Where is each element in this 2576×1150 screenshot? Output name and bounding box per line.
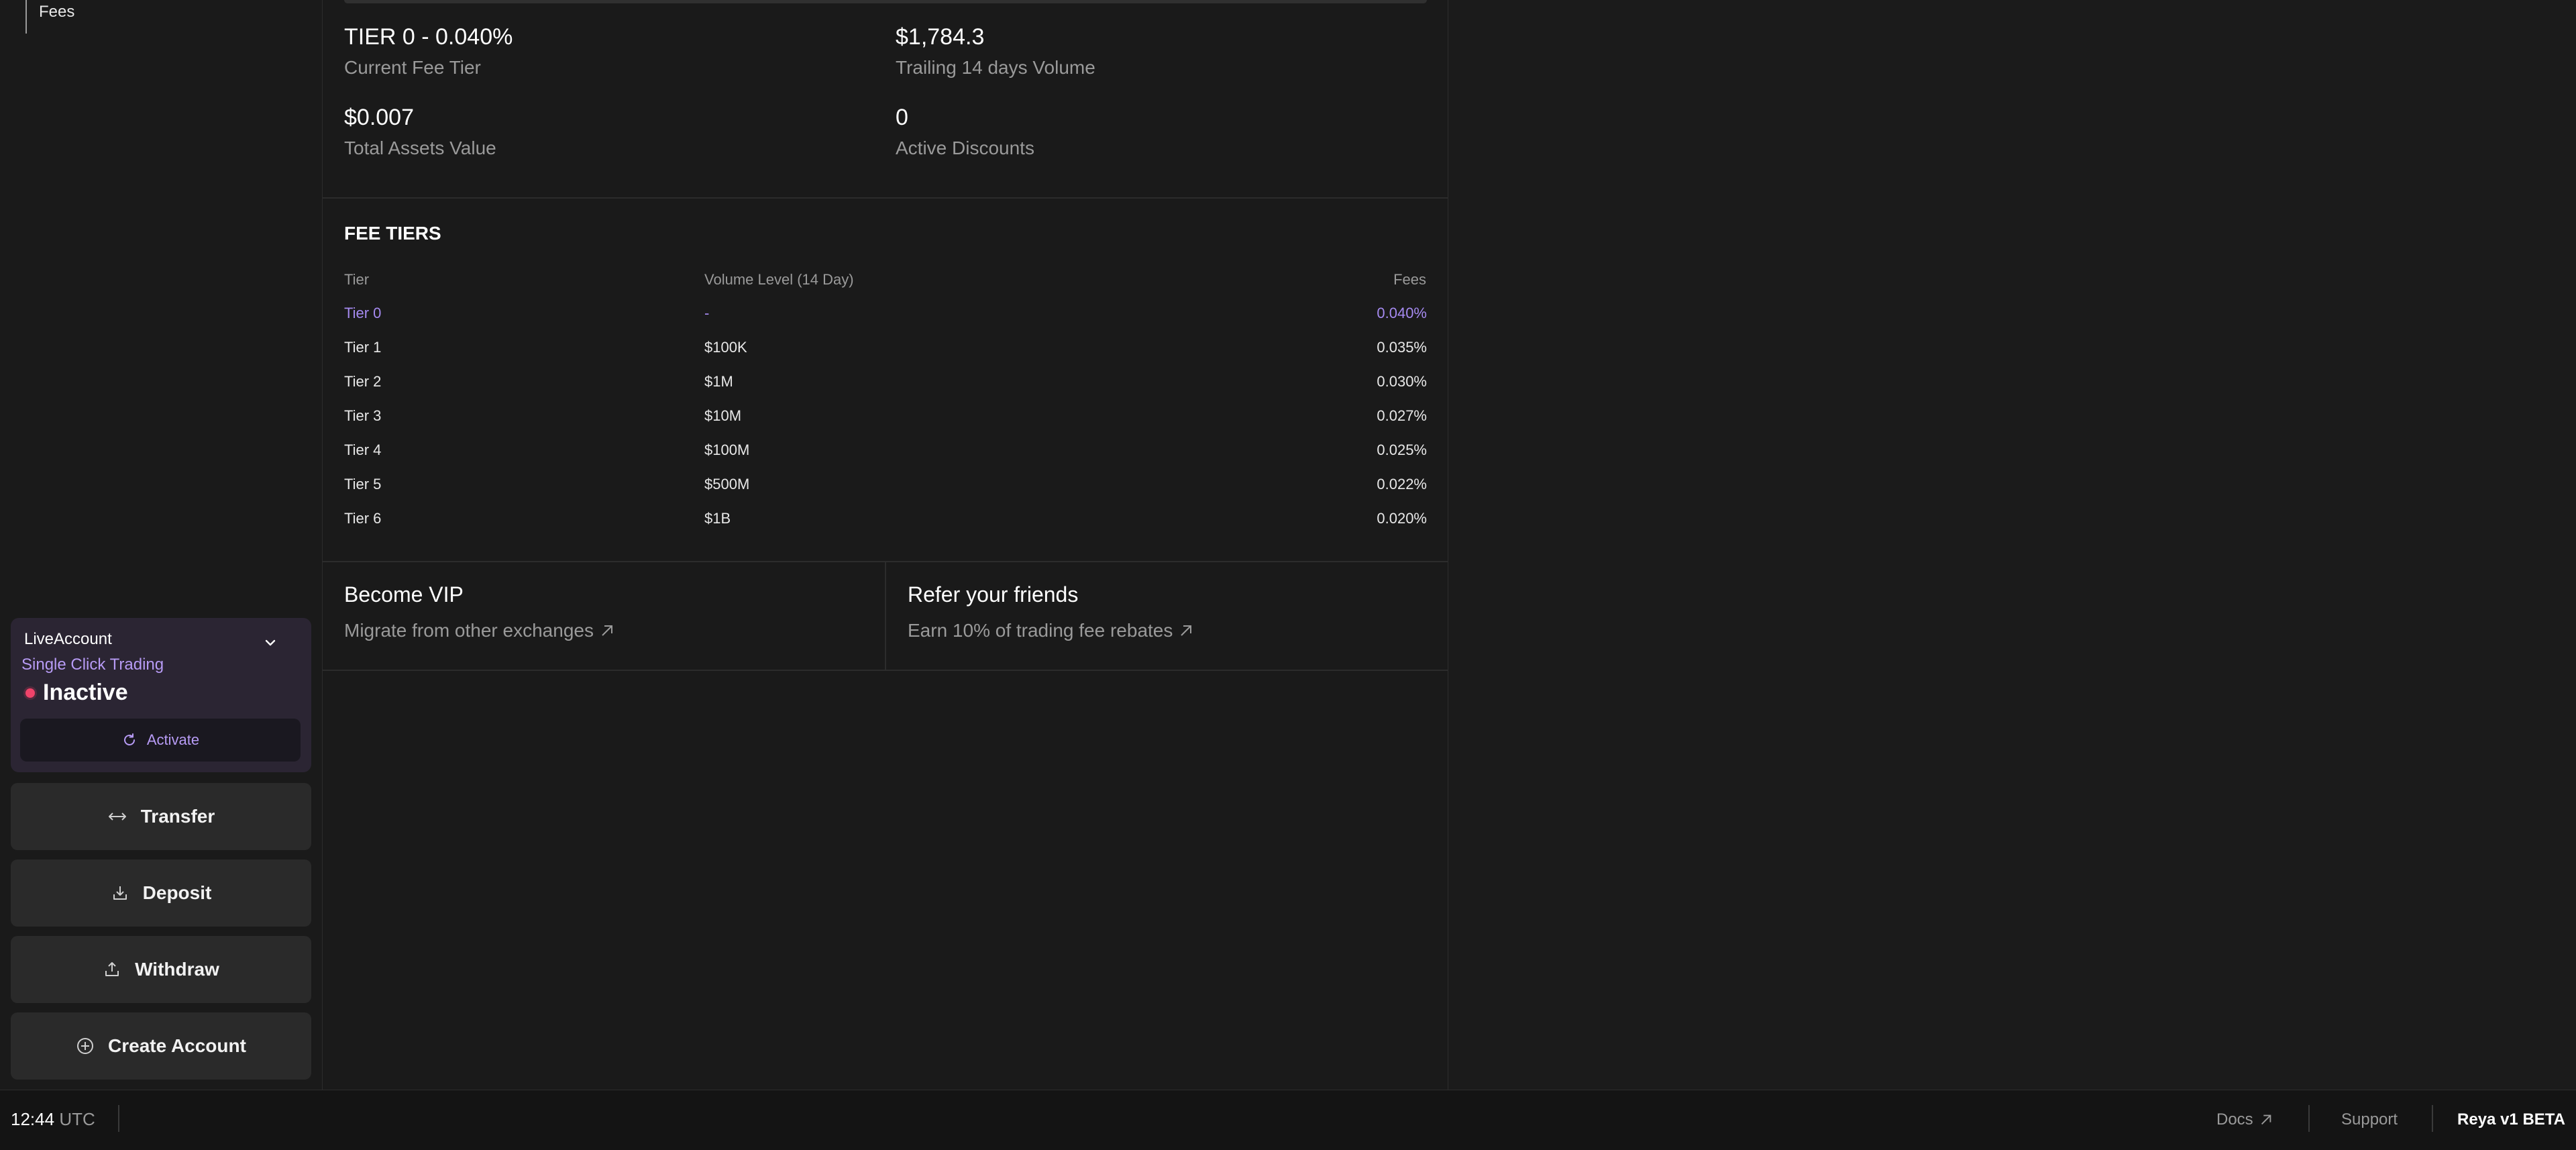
tier-volume: $10M: [704, 407, 742, 424]
tier-fee: 0.027%: [1377, 407, 1427, 424]
column-header-fees: Fees: [1393, 271, 1426, 288]
fee-tiers-title: FEE TIERS: [344, 223, 441, 244]
table-row: Tier 1 $100K 0.035%: [344, 339, 1427, 366]
tier-volume: -: [704, 305, 710, 321]
activate-button[interactable]: Activate: [20, 719, 301, 762]
table-row: Tier 0 - 0.040%: [344, 305, 1427, 331]
footer-divider: [2308, 1105, 2310, 1132]
deposit-button[interactable]: Deposit: [11, 859, 311, 927]
tier-name: Tier 0: [344, 305, 382, 321]
account-mode: Single Click Trading: [21, 656, 164, 674]
sidebar: Fees LiveAccount Single Click Trading In…: [0, 0, 323, 1090]
transfer-label: Transfer: [140, 806, 215, 827]
external-link-arrow-icon: [2261, 1114, 2271, 1125]
stat-label: Trailing 14 days Volume: [896, 57, 1095, 78]
tier-name: Tier 2: [344, 373, 382, 390]
tier-volume: $500M: [704, 476, 750, 492]
stat-fee-tier: TIER 0 - 0.040% Current Fee Tier: [344, 24, 513, 79]
account-status: Inactive: [25, 680, 128, 706]
tier-fee: 0.020%: [1377, 510, 1427, 527]
stat-discounts: 0 Active Discounts: [896, 105, 1034, 159]
stat-label: Current Fee Tier: [344, 57, 481, 78]
fees-panel: TIER 0 - 0.040% Current Fee Tier $1,784.…: [323, 0, 1448, 1090]
promo-subtitle[interactable]: Migrate from other exchanges: [344, 620, 615, 641]
promo-title: Refer your friends: [908, 582, 1079, 607]
app-version: Reya v1 BETA: [2457, 1110, 2565, 1129]
docs-link[interactable]: Docs: [2216, 1110, 2273, 1129]
top-strip: [344, 0, 1427, 3]
transfer-button[interactable]: Transfer: [11, 783, 311, 850]
column-header-tier: Tier: [344, 271, 370, 288]
tier-name: Tier 4: [344, 441, 382, 458]
tier-volume: $1B: [704, 510, 731, 527]
support-link[interactable]: Support: [2341, 1110, 2398, 1129]
table-row: Tier 2 $1M 0.030%: [344, 373, 1427, 400]
external-link-arrow-icon: [1181, 625, 1192, 636]
divider: [323, 670, 1448, 671]
tier-fee: 0.025%: [1377, 441, 1427, 458]
table-row: Tier 5 $500M 0.022%: [344, 476, 1427, 503]
account-card: LiveAccount Single Click Trading Inactiv…: [11, 618, 311, 772]
column-header-volume: Volume Level (14 Day): [704, 271, 854, 288]
withdraw-label: Withdraw: [135, 959, 219, 980]
chevron-down-icon[interactable]: [263, 635, 278, 650]
right-empty-area: [1449, 0, 2576, 1090]
sidebar-item-label: Fees: [39, 3, 75, 21]
plus-circle-icon: [77, 1038, 94, 1054]
promo-subtitle[interactable]: Earn 10% of trading fee rebates: [908, 620, 1194, 641]
deposit-label: Deposit: [142, 882, 212, 903]
account-name: LiveAccount: [24, 630, 112, 648]
tier-volume: $100M: [704, 441, 750, 458]
activate-label: Activate: [146, 731, 200, 748]
table-row: Tier 6 $1B 0.020%: [344, 510, 1427, 537]
footer-divider: [118, 1105, 119, 1132]
create-account-label: Create Account: [108, 1035, 246, 1056]
tier-fee: 0.040%: [1377, 305, 1427, 321]
stat-label: Active Discounts: [896, 138, 1034, 158]
tier-volume: $100K: [704, 339, 747, 356]
clock: 12:44 UTC: [11, 1109, 95, 1130]
status-dot-icon: [25, 688, 35, 698]
promo-link-text: Earn 10% of trading fee rebates: [908, 620, 1173, 641]
support-label: Support: [2341, 1110, 2398, 1129]
transfer-arrows-icon: [108, 813, 126, 821]
clock-timezone: UTC: [59, 1109, 95, 1129]
tier-name: Tier 3: [344, 407, 382, 424]
create-account-button[interactable]: Create Account: [11, 1012, 311, 1080]
table-row: Tier 4 $100M 0.025%: [344, 441, 1427, 468]
refresh-icon: [123, 733, 135, 745]
table-row: Tier 3 $10M 0.027%: [344, 407, 1427, 434]
footer: 12:44 UTC Docs Support Reya v1 BETA: [0, 1090, 2576, 1150]
promo-title: Become VIP: [344, 582, 464, 607]
stat-value: 0: [896, 105, 908, 130]
stat-value: $1,784.3: [896, 24, 985, 50]
refer-friends-card[interactable]: Refer your friends Earn 10% of trading f…: [886, 562, 1449, 670]
tier-fee: 0.022%: [1377, 476, 1427, 492]
become-vip-card[interactable]: Become VIP Migrate from other exchanges: [323, 562, 885, 670]
tier-fee: 0.030%: [1377, 373, 1427, 390]
withdraw-button[interactable]: Withdraw: [11, 936, 311, 1003]
tier-name: Tier 1: [344, 339, 382, 356]
promo-link-text: Migrate from other exchanges: [344, 620, 594, 641]
divider: [323, 197, 1448, 199]
docs-label: Docs: [2216, 1110, 2253, 1129]
tier-fee: 0.035%: [1377, 339, 1427, 356]
sidebar-item-fees[interactable]: Fees: [25, 0, 74, 34]
stat-value: $0.007: [344, 105, 414, 130]
status-text: Inactive: [43, 680, 128, 705]
stat-value: TIER 0 - 0.040%: [344, 24, 513, 50]
stat-assets: $0.007 Total Assets Value: [344, 105, 496, 159]
stat-volume: $1,784.3 Trailing 14 days Volume: [896, 24, 1095, 79]
stat-label: Total Assets Value: [344, 138, 496, 158]
footer-divider: [2432, 1105, 2433, 1132]
tier-volume: $1M: [704, 373, 733, 390]
clock-time: 12:44: [11, 1109, 55, 1129]
download-icon: [113, 886, 127, 900]
tier-name: Tier 5: [344, 476, 382, 492]
tier-name: Tier 6: [344, 510, 382, 527]
upload-icon: [105, 962, 119, 976]
external-link-arrow-icon: [602, 625, 612, 636]
